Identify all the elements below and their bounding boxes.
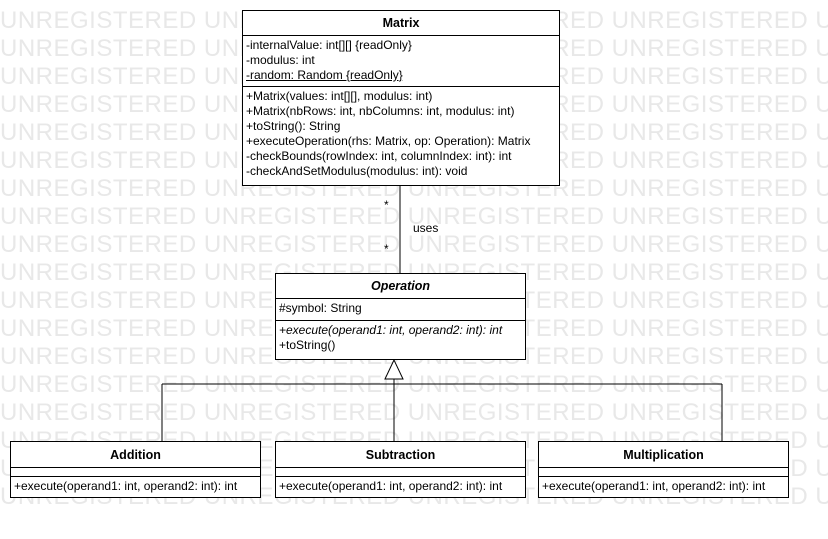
- operation: -checkAndSetModulus(modulus: int): void: [246, 164, 468, 178]
- class-matrix-operations: +Matrix(values: int[][], modulus: int) +…: [243, 87, 559, 181]
- class-multiplication-attributes: [539, 468, 788, 477]
- operation: +executeOperation(rhs: Matrix, op: Opera…: [246, 134, 531, 148]
- operation: +execute(operand1: int, operand2: int): …: [14, 479, 238, 493]
- inheritance-arrowhead: [384, 358, 404, 380]
- class-operation-attributes: #symbol: String: [276, 299, 525, 321]
- class-operation-operations: +execute(operand1: int, operand2: int): …: [276, 321, 525, 355]
- class-subtraction-attributes: [276, 468, 525, 477]
- operation: +execute(operand1: int, operand2: int): …: [542, 479, 766, 493]
- attribute: #symbol: String: [279, 301, 362, 315]
- association-target-multiplicity: *: [384, 242, 389, 256]
- operation: +Matrix(values: int[][], modulus: int): [246, 89, 433, 103]
- attribute: -internalValue: int[][] {readOnly}: [246, 38, 412, 52]
- association-source-multiplicity: *: [384, 198, 389, 212]
- operation: +toString(): [279, 338, 336, 352]
- class-matrix[interactable]: Matrix -internalValue: int[][] {readOnly…: [242, 10, 560, 186]
- operation: -checkBounds(rowIndex: int, columnIndex:…: [246, 149, 512, 163]
- class-addition-attributes: [11, 468, 260, 477]
- class-addition-name: Addition: [11, 442, 260, 468]
- attribute: -modulus: int: [246, 53, 315, 67]
- attribute: -random: Random {readOnly}: [246, 68, 403, 82]
- class-multiplication-name: Multiplication: [539, 442, 788, 468]
- class-multiplication-operations: +execute(operand1: int, operand2: int): …: [539, 477, 788, 496]
- class-operation[interactable]: Operation #symbol: String +execute(opera…: [275, 273, 526, 360]
- class-subtraction-name: Subtraction: [276, 442, 525, 468]
- class-matrix-attributes: -internalValue: int[][] {readOnly} -modu…: [243, 36, 559, 87]
- class-multiplication[interactable]: Multiplication +execute(operand1: int, o…: [538, 441, 789, 498]
- association-label: uses: [413, 221, 439, 235]
- class-addition[interactable]: Addition +execute(operand1: int, operand…: [10, 441, 261, 498]
- class-subtraction[interactable]: Subtraction +execute(operand1: int, oper…: [275, 441, 526, 498]
- operation: +Matrix(nbRows: int, nbColumns: int, mod…: [246, 104, 515, 118]
- operation: +execute(operand1: int, operand2: int): …: [279, 323, 503, 337]
- operation: +execute(operand1: int, operand2: int): …: [279, 479, 503, 493]
- operation: +toString(): String: [246, 119, 341, 133]
- class-addition-operations: +execute(operand1: int, operand2: int): …: [11, 477, 260, 496]
- class-matrix-name: Matrix: [243, 11, 559, 36]
- class-operation-name: Operation: [276, 274, 525, 299]
- class-subtraction-operations: +execute(operand1: int, operand2: int): …: [276, 477, 525, 496]
